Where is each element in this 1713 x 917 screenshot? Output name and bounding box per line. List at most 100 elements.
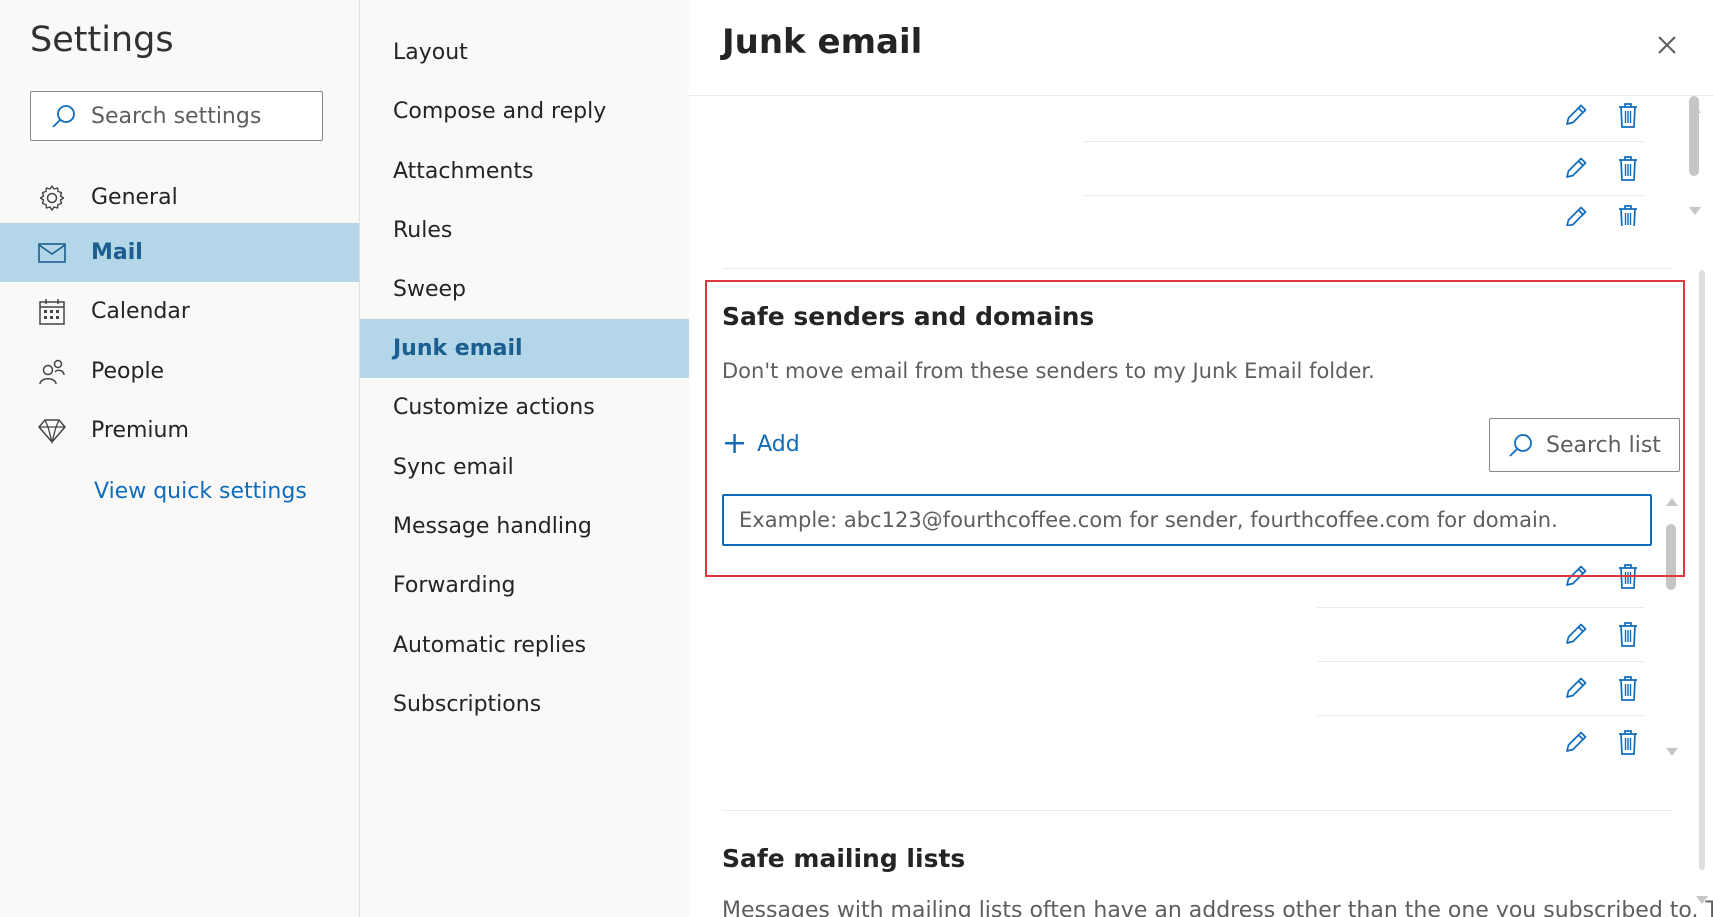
plus-icon: +	[722, 426, 748, 461]
trash-icon	[1619, 730, 1637, 755]
delete-button[interactable]	[1611, 671, 1645, 705]
calendar-icon	[35, 298, 69, 326]
subnav-item-layout[interactable]: Layout	[360, 23, 689, 82]
subnav-item-rules[interactable]: Rules	[360, 201, 689, 260]
nav-label-general: General	[91, 185, 178, 210]
diamond-icon	[35, 418, 69, 444]
nav-label-people: People	[91, 359, 165, 384]
people-icon	[35, 358, 69, 386]
list-item	[1559, 151, 1669, 185]
list-item	[1559, 557, 1669, 597]
nav-label-calendar: Calendar	[91, 299, 190, 324]
add-safe-sender-button[interactable]: + Add	[722, 429, 800, 459]
list-item	[1559, 671, 1669, 705]
settings-title: Settings	[30, 20, 174, 60]
scroll-down-arrow[interactable]	[1688, 206, 1702, 216]
nav-label-mail: Mail	[91, 240, 143, 265]
mail-icon	[35, 242, 69, 263]
subnav-item-subscriptions[interactable]: Subscriptions	[360, 675, 689, 734]
scrollbar-thumb[interactable]	[1689, 96, 1699, 176]
mail-settings-subnav: Layout Compose and reply Attachments Rul…	[360, 0, 689, 917]
search-icon	[52, 105, 75, 128]
list-item-actions	[1559, 559, 1669, 593]
delete-button[interactable]	[1611, 151, 1645, 185]
settings-sidebar: Settings General Mail	[0, 0, 360, 917]
subnav-item-customize-actions[interactable]: Customize actions	[360, 378, 689, 437]
scroll-down-arrow[interactable]	[1665, 747, 1679, 757]
subnav-item-attachments[interactable]: Attachments	[360, 142, 689, 201]
search-icon	[1509, 434, 1532, 457]
edit-button[interactable]	[1559, 725, 1593, 759]
row-divider	[1317, 715, 1644, 716]
trash-icon	[1619, 156, 1637, 181]
search-list-label: Search list	[1546, 432, 1661, 458]
section-divider	[722, 810, 1672, 811]
nav-item-general[interactable]: General	[0, 168, 359, 227]
pencil-icon	[1566, 157, 1587, 178]
pencil-icon	[1566, 206, 1587, 226]
edit-button[interactable]	[1559, 559, 1593, 593]
list-item	[1559, 617, 1669, 651]
trash-icon	[1619, 564, 1637, 589]
scroll-up-arrow[interactable]	[1665, 497, 1679, 507]
list-item	[1559, 98, 1669, 132]
search-list-button[interactable]: Search list	[1489, 418, 1680, 472]
pencil-icon	[1566, 623, 1587, 644]
nav-item-premium[interactable]: Premium	[0, 401, 359, 460]
subnav-item-junk-email[interactable]: Junk email	[360, 319, 689, 378]
section-divider	[722, 268, 1672, 269]
pencil-icon	[1566, 565, 1587, 586]
subnav-item-sweep[interactable]: Sweep	[360, 260, 689, 319]
gear-icon	[35, 184, 69, 212]
delete-button[interactable]	[1611, 617, 1645, 651]
junk-email-pane: Junk email Safe senders and domains Don'…	[689, 0, 1713, 917]
page-title: Junk email	[722, 22, 923, 62]
safe-mailing-lists-description: Messages with mailing lists often have a…	[722, 898, 1713, 917]
nav-item-people[interactable]: People	[0, 342, 359, 401]
row-divider	[1084, 195, 1644, 196]
pencil-icon	[1566, 104, 1587, 125]
delete-button[interactable]	[1611, 559, 1645, 593]
edit-button[interactable]	[1559, 200, 1593, 226]
row-divider	[1317, 661, 1644, 662]
subnav-item-message-handling[interactable]: Message handling	[360, 497, 689, 556]
safe-sender-input[interactable]	[737, 507, 1641, 533]
search-settings-input[interactable]	[89, 102, 313, 130]
trash-icon	[1619, 205, 1637, 226]
edit-button[interactable]	[1559, 151, 1593, 185]
add-label: Add	[757, 431, 800, 457]
edit-button[interactable]	[1559, 98, 1593, 132]
safe-mailing-lists-title: Safe mailing lists	[722, 844, 966, 873]
trash-icon	[1619, 103, 1637, 128]
list-item	[1559, 198, 1669, 226]
edit-button[interactable]	[1559, 671, 1593, 705]
row-divider	[1317, 607, 1644, 608]
trash-icon	[1619, 676, 1637, 701]
scrollbar-thumb[interactable]	[1666, 524, 1676, 590]
header-divider	[689, 95, 1713, 96]
pencil-icon	[1566, 731, 1587, 752]
safe-sender-entry-field[interactable]	[722, 494, 1652, 546]
subnav-item-automatic-replies[interactable]: Automatic replies	[360, 616, 689, 675]
safe-senders-title: Safe senders and domains	[722, 302, 1095, 331]
list-item	[1559, 725, 1669, 759]
delete-button[interactable]	[1611, 200, 1645, 226]
list-item-actions	[1559, 200, 1669, 226]
pane-scrollbar-track[interactable]	[1699, 270, 1705, 870]
subnav-item-compose-and-reply[interactable]: Compose and reply	[360, 82, 689, 141]
edit-button[interactable]	[1559, 617, 1593, 651]
nav-label-premium: Premium	[91, 418, 189, 443]
close-button[interactable]	[1650, 28, 1684, 62]
subnav-item-sync-email[interactable]: Sync email	[360, 438, 689, 497]
subnav-item-forwarding[interactable]: Forwarding	[360, 556, 689, 615]
safe-senders-description: Don't move email from these senders to m…	[722, 359, 1375, 383]
row-divider	[1084, 141, 1644, 142]
delete-button[interactable]	[1611, 725, 1645, 759]
nav-item-calendar[interactable]: Calendar	[0, 282, 359, 341]
pencil-icon	[1566, 677, 1587, 698]
trash-icon	[1619, 622, 1637, 647]
nav-item-mail[interactable]: Mail	[0, 223, 359, 282]
search-settings-box[interactable]	[30, 91, 323, 141]
view-quick-settings-link[interactable]: View quick settings	[94, 479, 307, 504]
delete-button[interactable]	[1611, 98, 1645, 132]
